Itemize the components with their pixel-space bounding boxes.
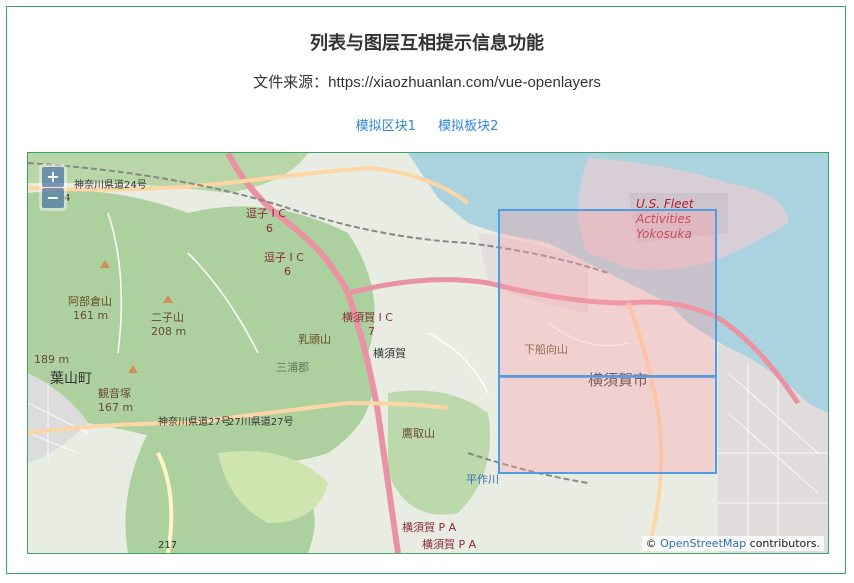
attribution-suffix: contributors. [749,537,820,550]
zoom-control: + − [39,164,67,211]
label-yokosuka: 横須賀 [373,346,406,360]
label-nyuto: 乳頭山 [298,333,331,346]
label-route27: 神奈川県道27号 [158,415,231,428]
source-prefix: 文件来源： [253,74,329,91]
source-line: 文件来源：https://xiaozhuanlan.com/vue-openla… [7,71,847,92]
zoom-out-button[interactable]: − [42,188,64,208]
label-futago: 二子山 [151,311,184,324]
label-route217: 217 [158,540,177,551]
page-frame: 列表与图层互相提示信息功能 文件来源：https://xiaozhuanlan.… [6,6,846,574]
label-abekura-h: 161 m [73,309,108,322]
block-tabs: 模拟区块1 模拟板块2 [7,115,847,134]
mock-block-2-polygon[interactable] [498,375,717,474]
mock-block-1-polygon[interactable] [498,209,717,378]
label-pa2: 横須賀 P A [422,537,477,551]
label-hayama: 葉山町 [50,371,92,387]
zoom-in-button[interactable]: + [42,167,64,187]
label-num7: 7 [368,325,375,338]
label-route24: 神奈川県道24号 [74,178,147,191]
label-abekura: 阿部倉山 [68,294,112,308]
label-zushi-ic-2: 逗子 I C [264,251,304,264]
attribution-prefix: © [645,537,657,550]
label-kannon-h: 167 m [98,401,133,414]
source-url: https://xiaozhuanlan.com/vue-openlayers [328,74,601,91]
map-viewport[interactable]: U.S. Fleet Activities Yokosuka 横須賀市 葉山町 … [27,152,829,554]
openstreetmap-link[interactable]: OpenStreetMap [660,537,746,550]
label-num6b: 6 [284,265,291,278]
page-title: 列表与图层互相提示信息功能 [310,33,544,54]
label-takatori: 鷹取山 [402,426,435,440]
label-river: 平作川 [466,473,499,486]
label-pa1: 横須賀 P A [402,520,457,534]
label-zushi-ic-1: 逗子 I C [246,207,286,220]
label-miura: 三浦郡 [276,361,309,374]
label-route27b: 27川県道27号 [228,415,293,428]
tab-block-1[interactable]: 模拟区块1 [356,115,416,134]
map-attribution: © OpenStreetMap contributors. [641,536,824,551]
label-kannon: 観音塚 [98,386,131,400]
label-num6a: 6 [266,222,273,235]
label-189: 189 m [34,353,69,366]
label-yokosuka-ic: 横須賀 I C [342,310,393,324]
tab-block-2[interactable]: 模拟板块2 [438,115,498,134]
label-futago-h: 208 m [151,325,186,338]
